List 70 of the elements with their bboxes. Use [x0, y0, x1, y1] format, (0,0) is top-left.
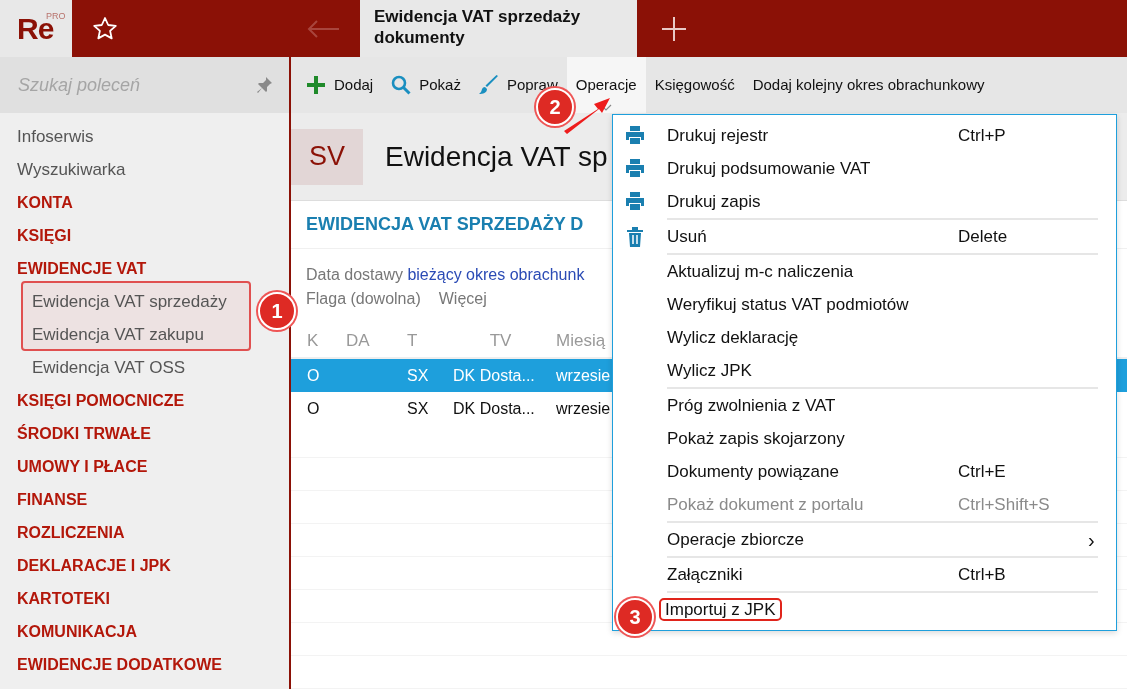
star-icon[interactable] [92, 15, 118, 42]
plus-icon [306, 75, 326, 95]
shortcut-text: Ctrl+B [958, 563, 1007, 586]
callout-badge: 1 [258, 292, 296, 330]
sidebar-item[interactable]: FINANSE [17, 483, 88, 516]
table-cell: O [307, 399, 320, 417]
menu-item[interactable]: Operacje zbiorcze › [613, 523, 1116, 556]
menu-item[interactable]: Drukuj podsumowanie VAT [613, 152, 1116, 185]
shortcut-text: Ctrl+P [958, 124, 1007, 147]
toolbar-button[interactable]: Dodaj kolejny okres obrachunkowy [743, 57, 994, 113]
shortcut-text: Delete [958, 225, 1009, 248]
document-tab[interactable]: Ewidencja VAT sprzedaży dokumenty [360, 0, 637, 57]
menu-item[interactable]: Załączniki Ctrl+B [613, 558, 1116, 591]
sidebar-item[interactable]: DEKLARACJE I JPK [17, 549, 171, 582]
plus-icon[interactable] [661, 15, 687, 42]
search-input[interactable]: Szukaj poleceń [16, 70, 255, 100]
table-cell: O [307, 366, 320, 384]
sidebar-item[interactable]: KONTA [17, 186, 73, 219]
sidebar-item[interactable]: Ewidencja VAT sprzedaży [32, 285, 227, 318]
sidebar-item[interactable]: KSIĘGI POMOCNICZE [17, 384, 185, 417]
shortcut-text: Ctrl+Shift+S [958, 493, 1051, 516]
sidebar-item[interactable]: Ewidencja VAT zakupu [32, 318, 204, 351]
search-field[interactable]: Szukaj poleceń [0, 57, 289, 113]
table-cell: SX [407, 366, 429, 384]
table-cell: SX [407, 399, 429, 417]
menu-item[interactable]: Dokumenty powiązane Ctrl+E [613, 455, 1116, 488]
brush-icon [478, 75, 499, 95]
table-cell: DK Dosta... [453, 399, 535, 417]
sidebar-item[interactable]: EWIDENCJE DODATKOWE [17, 648, 223, 681]
more-link[interactable]: Więcej [438, 290, 487, 307]
trash-icon [625, 226, 645, 247]
page-title: Ewidencja VAT sp [385, 139, 608, 174]
toolbar-button[interactable]: Operacje [566, 57, 646, 113]
menu-item[interactable]: Wylicz JPK [613, 354, 1116, 387]
sidebar-item[interactable]: KARTOTEKI [17, 582, 111, 615]
menu-item[interactable]: Drukuj rejestr Ctrl+P [613, 119, 1116, 152]
menu-item[interactable]: Pokaż zapis skojarzony [613, 422, 1116, 455]
sidebar-item[interactable]: Infoserwis [17, 120, 94, 153]
filter-label: Data dostawy [306, 266, 403, 283]
menu-item[interactable]: Aktualizuj m-c naliczenia [613, 255, 1116, 288]
table-cell: wrzesie [556, 399, 611, 417]
printer-icon [625, 191, 645, 212]
sidebar-item[interactable]: Wyszukiwarka [17, 153, 126, 186]
sidebar-item[interactable]: ŚRODKI TRWAŁE [17, 417, 151, 450]
pin-icon [255, 76, 273, 94]
menu-item[interactable]: Wylicz deklarację [613, 321, 1116, 354]
table-cell: wrzesie [556, 366, 611, 384]
sidebar-item[interactable]: Ewidencja VAT OSS [32, 351, 186, 384]
sidebar-item[interactable]: EWIDENCJE VAT [17, 252, 147, 285]
printer-icon [625, 125, 645, 146]
menu-item[interactable]: Weryfikuj status VAT podmiotów [613, 288, 1116, 321]
sidebar-item[interactable]: KSIĘGI [17, 219, 72, 252]
shortcut-text: Ctrl+E [958, 460, 1007, 483]
code-badge: SV [291, 128, 363, 185]
submenu-chevron: › [1088, 528, 1095, 551]
toolbar-button[interactable]: Pokaż [382, 57, 470, 113]
sidebar-item[interactable]: ROZLICZENIA [17, 516, 125, 549]
printer-icon [625, 158, 645, 179]
table-cell: DK Dosta... [453, 366, 535, 384]
sidebar-item[interactable]: UMOWY I PŁACE [17, 450, 148, 483]
pointer-arrow [562, 95, 612, 135]
filter-label: Flaga (dowolna) [306, 290, 421, 307]
sidebar-item[interactable]: KOMUNIKACJA [17, 615, 137, 648]
logo-superscript: PRO [46, 10, 66, 21]
toolbar-button[interactable]: Dodaj [297, 57, 383, 113]
menu-item[interactable]: Próg zwolnienia z VAT [613, 389, 1116, 422]
callout-badge: 3 [616, 598, 654, 636]
toolbar-button[interactable]: Księgowość [645, 57, 744, 113]
filter-link[interactable]: bieżący okres obrachunk [407, 266, 585, 283]
search-icon [391, 75, 412, 95]
